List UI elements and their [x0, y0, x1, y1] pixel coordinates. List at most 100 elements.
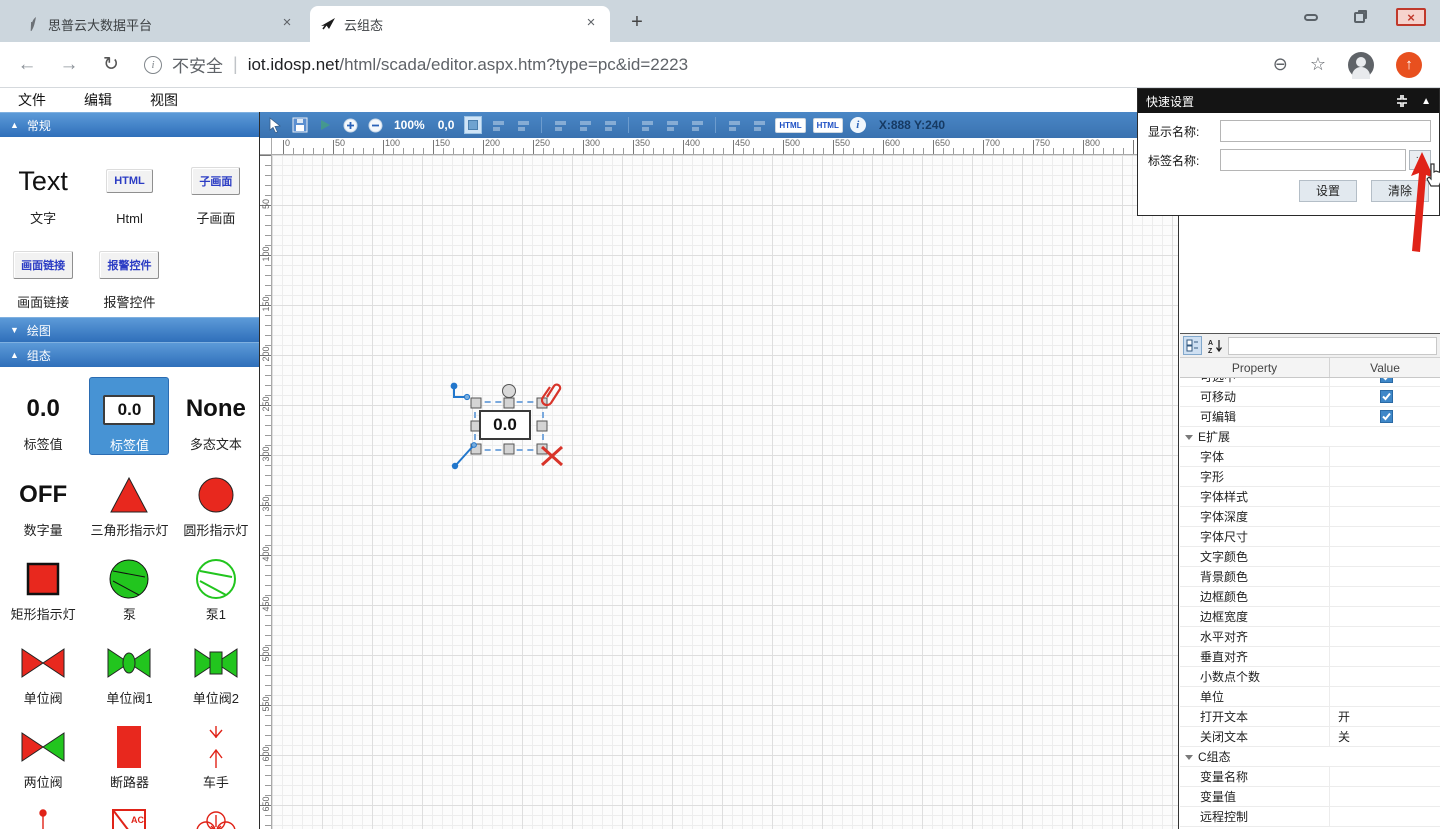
tag-name-input[interactable] — [1220, 149, 1406, 171]
menu-item-0[interactable]: 文件 — [18, 90, 46, 110]
palette-item-圆形指示灯[interactable]: 圆形指示灯 — [176, 463, 256, 539]
section-header-general[interactable]: ▲ 常规 — [0, 112, 259, 137]
group-icon[interactable] — [489, 116, 507, 134]
zoom-out-icon[interactable] — [366, 116, 384, 134]
palette-item-单位阀1[interactable]: 单位阀1 — [89, 631, 169, 707]
apply-button[interactable]: 设置 — [1299, 180, 1357, 202]
property-value[interactable] — [1330, 387, 1440, 406]
connect-tool-icon[interactable] — [448, 381, 474, 407]
grid-toggle-icon[interactable] — [464, 116, 482, 134]
palette-item-画面链接[interactable]: 画面链接画面链接 — [3, 231, 83, 311]
palette-item-逆变器[interactable]: ACDC逆变器 — [89, 799, 169, 829]
palette-item-刀闸[interactable]: 刀闸 — [3, 799, 83, 829]
property-row-4[interactable]: 字体 — [1180, 447, 1440, 467]
property-row-16[interactable]: 单位 — [1180, 687, 1440, 707]
ungroup-icon[interactable] — [514, 116, 532, 134]
property-filter-box[interactable] — [1228, 337, 1437, 355]
property-row-1[interactable]: 可移动 — [1180, 387, 1440, 407]
property-row-15[interactable]: 小数点个数 — [1180, 667, 1440, 687]
collapse-panel-icon[interactable]: ▲ — [1421, 96, 1431, 107]
diagonal-resize-icon[interactable] — [450, 439, 480, 471]
palette-item-标签值[interactable]: 0.0标签值 — [89, 377, 169, 455]
palette-item-车手[interactable]: 车手 — [176, 715, 256, 791]
palette-item-Html[interactable]: HTMLHtml — [89, 147, 169, 227]
resize-handle-e[interactable] — [537, 421, 548, 432]
resize-handle-s[interactable] — [504, 444, 515, 455]
property-row-12[interactable]: 边框宽度 — [1180, 607, 1440, 627]
menu-item-1[interactable]: 编辑 — [84, 90, 112, 110]
minimize-button[interactable] — [1300, 8, 1322, 26]
dock-panel-icon[interactable] — [1395, 94, 1409, 108]
save-icon[interactable] — [291, 116, 309, 134]
property-row-7[interactable]: 字体深度 — [1180, 507, 1440, 527]
align-middle-icon[interactable] — [663, 116, 681, 134]
tab-close-icon[interactable]: × — [582, 15, 600, 33]
property-value[interactable] — [1330, 407, 1440, 426]
palette-item-断路器[interactable]: 断路器 — [89, 715, 169, 791]
browser-menu-icon[interactable]: ↑ — [1396, 52, 1422, 78]
property-row-13[interactable]: 水平对齐 — [1180, 627, 1440, 647]
palette-item-PT[interactable]: PT — [176, 799, 256, 829]
attach-paperclip-icon[interactable] — [540, 381, 564, 407]
forward-icon[interactable]: → — [54, 50, 84, 80]
info-icon[interactable]: i — [850, 117, 866, 133]
property-row-14[interactable]: 垂直对齐 — [1180, 647, 1440, 667]
display-name-input[interactable] — [1220, 120, 1431, 142]
property-row-5[interactable]: 字形 — [1180, 467, 1440, 487]
property-row-9[interactable]: 文字颜色 — [1180, 547, 1440, 567]
palette-item-报警控件[interactable]: 报警控件报警控件 — [89, 231, 169, 311]
site-info-icon[interactable]: i — [144, 56, 162, 74]
html-export-icon[interactable]: HTML — [775, 118, 805, 133]
property-row-0[interactable]: 可选中 — [1180, 378, 1440, 387]
palette-item-多态文本[interactable]: None多态文本 — [176, 377, 256, 455]
palette-item-子画面[interactable]: 子画面子画面 — [176, 147, 256, 227]
palette-item-三角形指示灯[interactable]: 三角形指示灯 — [89, 463, 169, 539]
tab-platform[interactable]: 思普云大数据平台 × — [14, 6, 306, 42]
property-row-18[interactable]: 关闭文本关 — [1180, 727, 1440, 747]
property-row-6[interactable]: 字体样式 — [1180, 487, 1440, 507]
checkbox-checked-icon[interactable] — [1380, 378, 1393, 383]
section-header-drawing[interactable]: ▼ 绘图 — [0, 317, 259, 342]
palette-item-矩形指示灯[interactable]: 矩形指示灯 — [3, 547, 83, 623]
same-width-icon[interactable] — [725, 116, 743, 134]
sort-az-icon[interactable]: A Z — [1205, 336, 1225, 355]
property-row-2[interactable]: 可编辑 — [1180, 407, 1440, 427]
new-tab-button[interactable]: + — [624, 10, 650, 36]
run-icon[interactable] — [316, 116, 334, 134]
checkbox-checked-icon[interactable] — [1380, 390, 1393, 403]
align-top-icon[interactable] — [638, 116, 656, 134]
property-row-11[interactable]: 边框颜色 — [1180, 587, 1440, 607]
reload-icon[interactable]: ↻ — [96, 50, 126, 80]
palette-item-单位阀2[interactable]: 单位阀2 — [176, 631, 256, 707]
tab-close-icon[interactable]: × — [278, 15, 296, 33]
cursor-tool-icon[interactable] — [266, 116, 284, 134]
property-row-20[interactable]: 变量名称 — [1180, 767, 1440, 787]
section-header-scada[interactable]: ▲ 组态 — [0, 342, 259, 367]
tab-scada-editor[interactable]: 云组态 × — [310, 6, 610, 42]
palette-item-泵1[interactable]: 泵1 — [176, 547, 256, 623]
palette-item-泵[interactable]: 泵 — [89, 547, 169, 623]
property-row-21[interactable]: 变量值 — [1180, 787, 1440, 807]
profile-avatar[interactable] — [1348, 52, 1374, 78]
align-right-icon[interactable] — [601, 116, 619, 134]
align-center-icon[interactable] — [576, 116, 594, 134]
palette-item-文字[interactable]: Text文字 — [3, 147, 83, 227]
rotate-handle[interactable] — [502, 384, 516, 398]
same-height-icon[interactable] — [750, 116, 768, 134]
back-icon[interactable]: ← — [12, 50, 42, 80]
palette-item-单位阀[interactable]: 单位阀 — [3, 631, 83, 707]
property-category-3[interactable]: E扩展 — [1180, 427, 1440, 447]
design-grid[interactable]: 0.0 — [272, 155, 1178, 829]
property-row-8[interactable]: 字体尺寸 — [1180, 527, 1440, 547]
restore-button[interactable] — [1348, 8, 1370, 26]
html-preview-icon[interactable]: HTML — [813, 118, 843, 133]
property-value[interactable] — [1330, 378, 1440, 386]
property-row-10[interactable]: 背景颜色 — [1180, 567, 1440, 587]
zoom-in-icon[interactable] — [341, 116, 359, 134]
palette-item-标签值[interactable]: 0.0标签值 — [3, 377, 83, 455]
resize-handle-n[interactable] — [504, 398, 515, 409]
url-field[interactable]: i 不安全 | iot.idosp.net /html/scada/editor… — [144, 52, 1273, 77]
property-row-17[interactable]: 打开文本开 — [1180, 707, 1440, 727]
bookmark-star-icon[interactable]: ☆ — [1310, 54, 1326, 75]
label-value-widget[interactable]: 0.0 — [479, 410, 531, 440]
